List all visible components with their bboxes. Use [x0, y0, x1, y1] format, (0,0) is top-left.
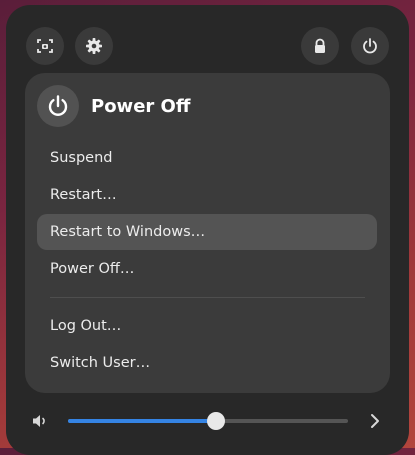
power-menu-header: Power Off	[37, 85, 190, 127]
settings-button[interactable]	[75, 27, 113, 65]
menu-item-power-off[interactable]: Power Off…	[37, 251, 377, 287]
gear-icon	[86, 38, 102, 54]
speaker-icon[interactable]	[30, 411, 50, 431]
power-icon	[37, 85, 79, 127]
volume-slider-handle[interactable]	[207, 412, 225, 430]
menu-item-restart[interactable]: Restart…	[37, 177, 377, 213]
volume-slider[interactable]	[68, 412, 348, 430]
lock-icon	[315, 38, 325, 53]
screenshot-button[interactable]	[26, 27, 64, 65]
quick-settings-panel: Power Off Suspend Restart… Restart to Wi…	[6, 5, 409, 455]
power-menu-title: Power Off	[91, 95, 191, 117]
screenshot-icon	[37, 39, 53, 53]
power-icon	[363, 38, 377, 54]
power-button[interactable]	[351, 27, 389, 65]
volume-slider-fill	[68, 419, 216, 423]
chevron-right-icon[interactable]	[366, 410, 384, 432]
menu-item-restart-to-windows[interactable]: Restart to Windows…	[37, 214, 377, 250]
lock-button[interactable]	[301, 27, 339, 65]
menu-item-log-out[interactable]: Log Out…	[37, 308, 377, 344]
menu-item-switch-user[interactable]: Switch User…	[37, 345, 377, 381]
power-menu: Power Off Suspend Restart… Restart to Wi…	[25, 73, 390, 393]
menu-item-suspend[interactable]: Suspend	[37, 140, 377, 176]
menu-separator	[50, 297, 365, 298]
